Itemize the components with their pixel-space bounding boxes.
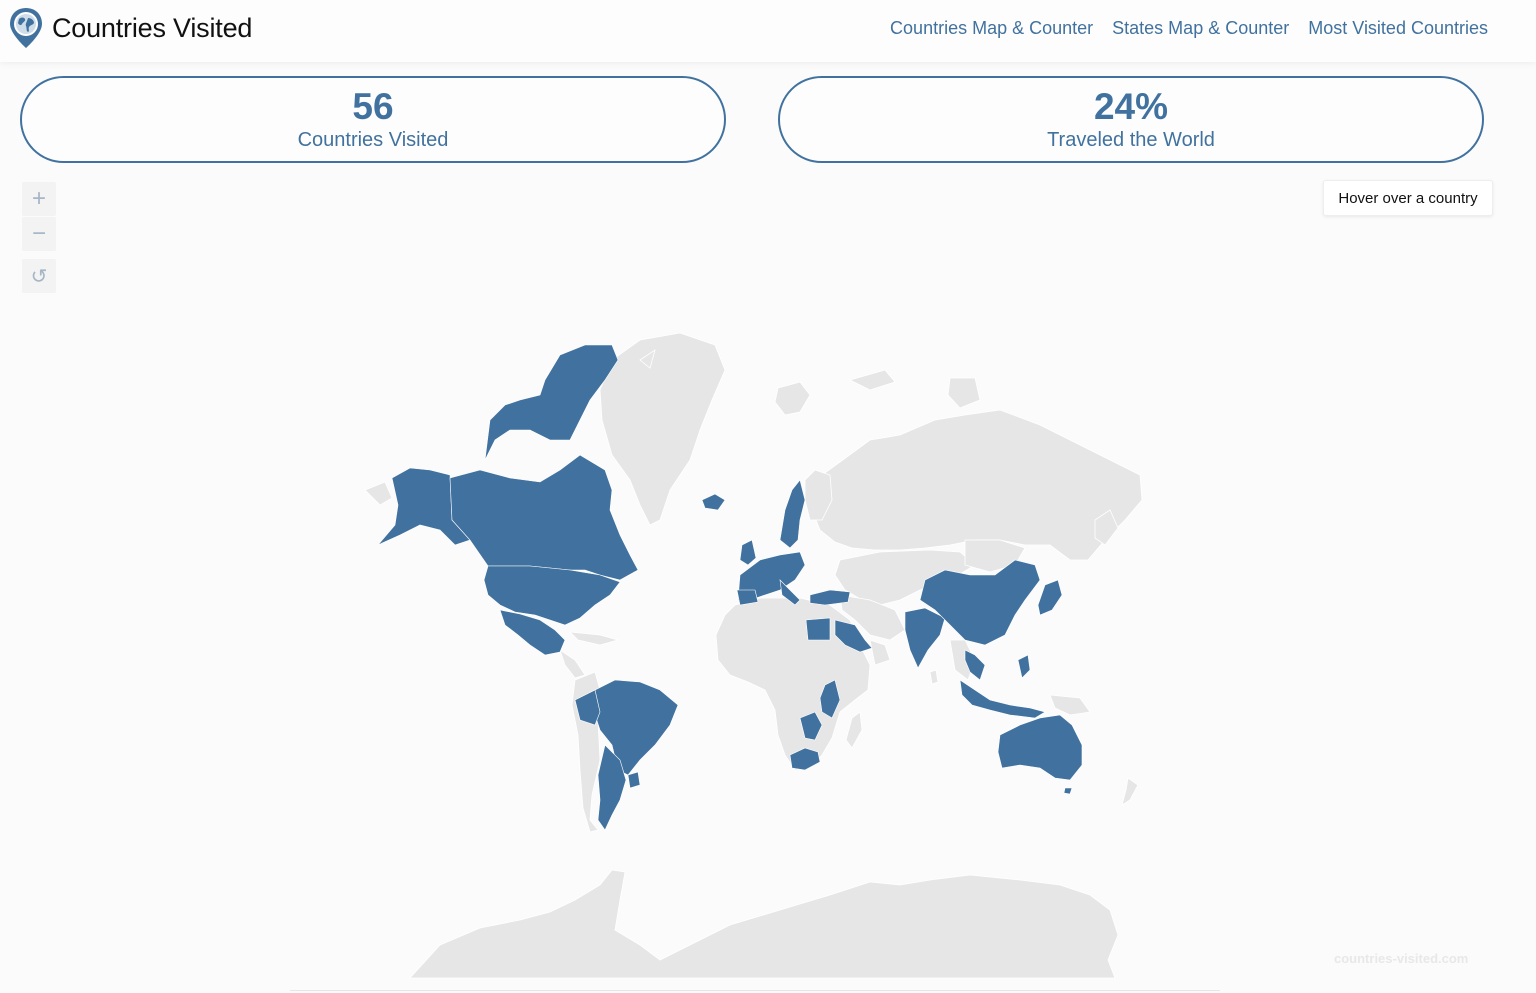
country-madagascar[interactable] [845, 711, 863, 749]
world-percent-card: 24% Traveled the World [778, 76, 1484, 163]
country-svalbard[interactable] [774, 381, 811, 416]
country-arctic-islands[interactable] [848, 369, 896, 391]
country-tasmania[interactable] [1063, 787, 1073, 795]
minus-icon: − [31, 220, 46, 247]
country-uruguay[interactable] [627, 771, 641, 789]
brand-logo-link[interactable]: Countries Visited [8, 6, 252, 50]
country-arabia-gray[interactable] [869, 639, 891, 666]
country-india[interactable] [904, 607, 946, 669]
country-central-america[interactable] [559, 649, 586, 679]
country-australia[interactable] [997, 714, 1083, 781]
globe-pin-icon [10, 8, 42, 48]
country-papua[interactable] [1049, 694, 1091, 716]
country-canada[interactable] [449, 454, 639, 581]
world-map[interactable] [0, 300, 1536, 990]
reset-zoom-button[interactable]: ↺ [22, 259, 56, 293]
nav-link-countries-map[interactable]: Countries Map & Counter [890, 18, 1093, 39]
plus-icon: + [31, 185, 46, 212]
country-norway-sweden[interactable] [779, 479, 806, 549]
watermark: countries-visited.com [1334, 951, 1469, 966]
country-antarctica[interactable] [409, 869, 1119, 979]
top-navbar: Countries Visited Countries Map & Counte… [0, 0, 1536, 62]
country-sri-lanka[interactable] [929, 669, 939, 685]
country-indonesia[interactable] [959, 679, 1046, 719]
country-philippines[interactable] [1017, 654, 1031, 679]
country-iceland[interactable] [701, 493, 726, 511]
country-japan[interactable] [1037, 579, 1063, 616]
country-egypt[interactable] [805, 617, 831, 641]
hover-country-text: Hover over a country [1338, 189, 1478, 207]
countries-visited-label: Countries Visited [297, 129, 449, 151]
country-canada-islands[interactable] [484, 344, 619, 461]
app-title: Countries Visited [52, 12, 253, 43]
bottom-divider [290, 990, 1220, 991]
country-uk[interactable] [739, 539, 757, 566]
world-percent-value: 24% [1093, 86, 1169, 127]
world-percent-label: Traveled the World [1047, 129, 1215, 151]
nav-link-most-visited[interactable]: Most Visited Countries [1308, 18, 1488, 39]
nav-link-states-map[interactable]: States Map & Counter [1112, 18, 1289, 39]
countries-visited-count: 56 [352, 86, 394, 127]
countries-visited-card: 56 Countries Visited [20, 76, 726, 163]
country-caribbean[interactable] [568, 631, 620, 646]
country-spain[interactable] [736, 589, 759, 606]
country-new-siberia[interactable] [947, 377, 981, 409]
zoom-out-button[interactable]: − [22, 217, 56, 251]
country-chukotka[interactable] [364, 481, 393, 506]
country-russia[interactable] [811, 409, 1143, 561]
hover-country-info: Hover over a country [1323, 180, 1493, 216]
country-new-zealand[interactable] [1121, 777, 1139, 806]
country-greenland[interactable] [599, 332, 726, 526]
zoom-in-button[interactable]: + [22, 182, 56, 216]
reset-icon: ↺ [30, 265, 48, 288]
country-turkey[interactable] [809, 589, 851, 606]
nav-links: Countries Map & Counter States Map & Cou… [890, 18, 1488, 39]
